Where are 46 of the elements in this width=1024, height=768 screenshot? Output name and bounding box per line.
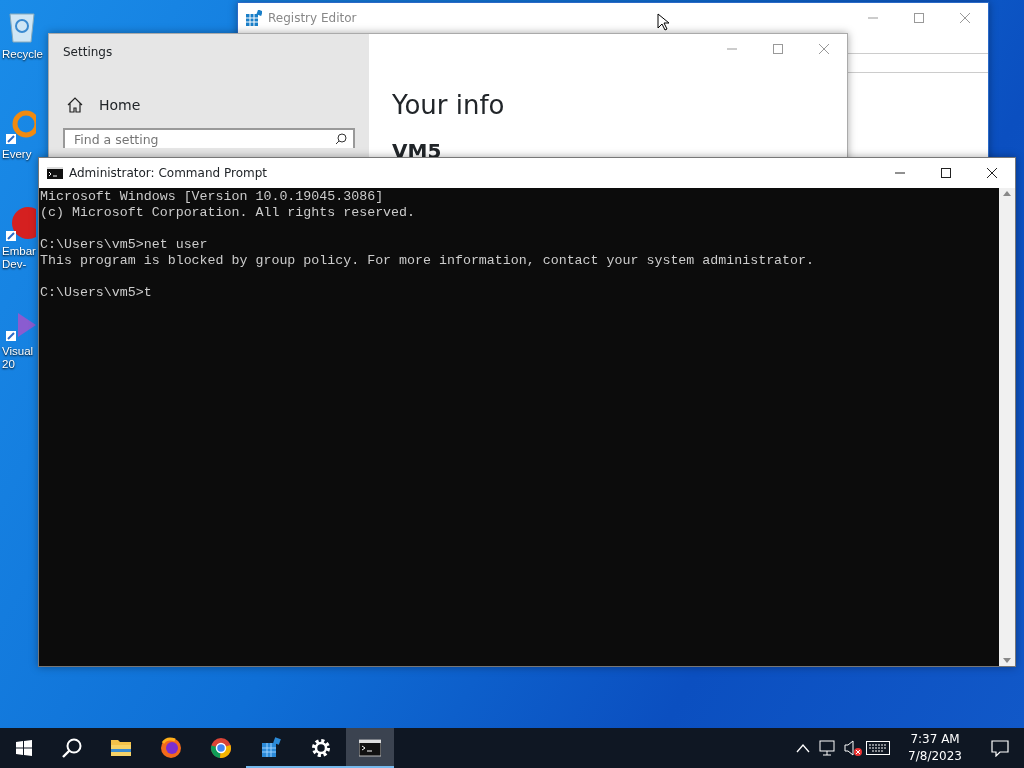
settings-icon [310, 737, 332, 759]
console-icon [47, 167, 63, 179]
network-icon[interactable] [818, 740, 837, 756]
maximize-icon [941, 168, 951, 178]
close-icon [960, 13, 970, 23]
registry-icon [260, 737, 282, 759]
search-icon [62, 738, 82, 758]
icon-label: Every [2, 148, 32, 161]
windows-logo-icon [16, 740, 32, 756]
registry-icon [246, 10, 262, 26]
home-link[interactable]: Home [99, 94, 141, 116]
keyboard-icon[interactable] [865, 741, 890, 755]
window-title: Administrator: Command Prompt [69, 165, 268, 182]
console-line: (c) Microsoft Corporation. All rights reserved. [40, 205, 416, 221]
console-icon [359, 737, 381, 759]
mouse-pointer-icon [657, 13, 669, 31]
icon-label: Visual [2, 345, 34, 358]
window-title: Settings [63, 44, 114, 61]
taskbar-app-button[interactable] [346, 728, 394, 768]
page-heading: Your info [391, 89, 506, 122]
chrome-icon [210, 737, 232, 759]
scroll-down-icon[interactable] [1003, 658, 1011, 663]
chevron-up-icon[interactable] [795, 743, 810, 753]
clock-date: 7/8/2023 [908, 748, 962, 765]
icon-label: Recycle [2, 48, 43, 61]
console-line: Microsoft Windows [Version 10.0.19045.3086] [40, 189, 384, 205]
notifications-icon[interactable] [991, 739, 1009, 757]
maximize-icon [773, 44, 783, 54]
icon-label: 20 [2, 358, 15, 371]
home-icon[interactable] [67, 97, 83, 113]
maximize-icon [914, 13, 924, 23]
search-field[interactable]: Find a setting [63, 128, 355, 148]
clock-time: 7:37 AM [909, 731, 961, 748]
console-line: C:\Users\vm5>net user [40, 237, 208, 253]
firefox-icon [160, 737, 182, 759]
close-icon [819, 44, 829, 54]
speaker-muted-icon[interactable] [843, 740, 862, 756]
icon-label: Embar [2, 245, 36, 258]
search-icon [335, 133, 347, 145]
icon-label: Dev- [2, 258, 27, 271]
window-title: Registry Editor [268, 10, 357, 27]
console-line: This program is blocked by group policy. For more information, contact your system administrator. [40, 253, 814, 269]
folder-icon [110, 737, 132, 759]
console-line: C:\Users\vm5>t [40, 285, 152, 301]
close-icon [987, 168, 997, 178]
scroll-up-icon[interactable] [1003, 191, 1011, 196]
